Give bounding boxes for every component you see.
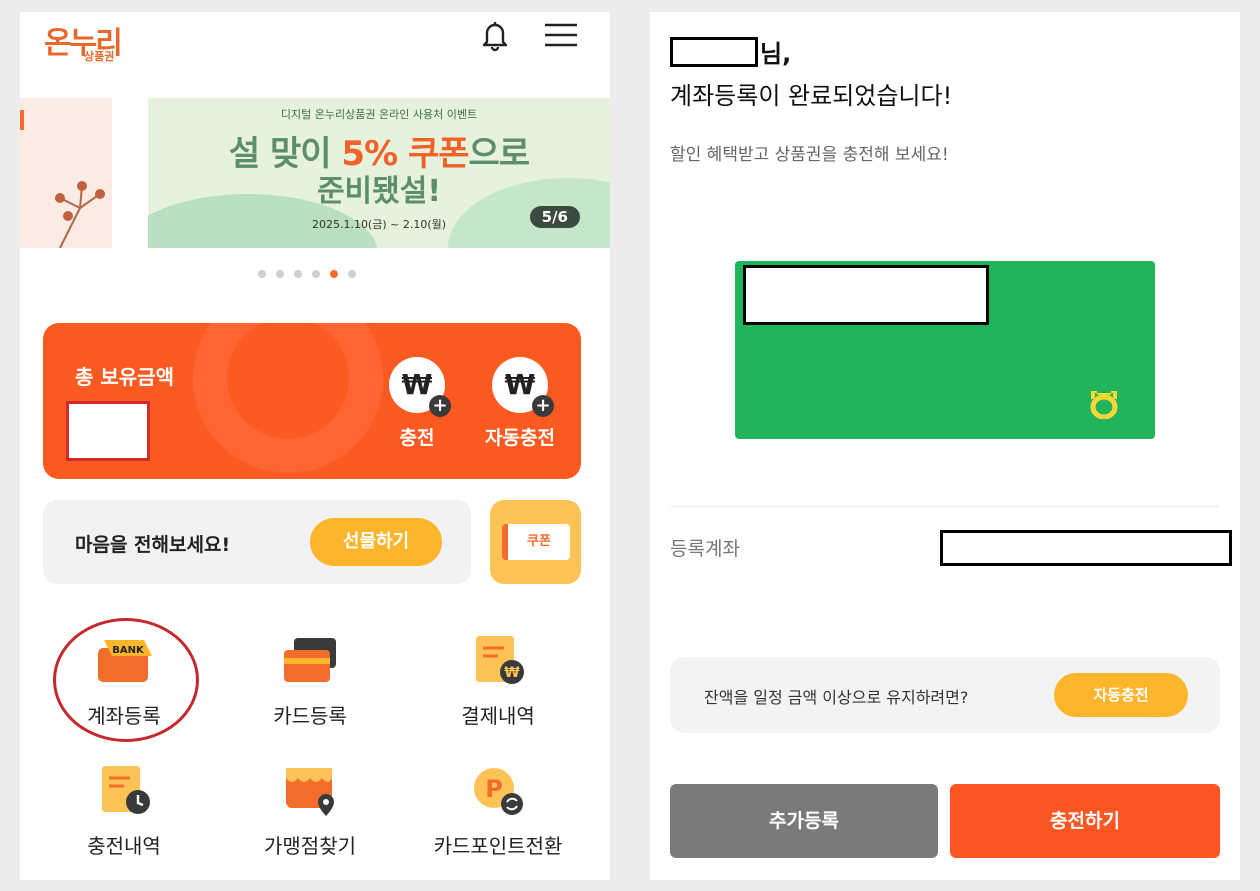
user-name-redacted bbox=[670, 36, 758, 67]
divider bbox=[670, 506, 1220, 507]
menu-label: 가맹점찾기 bbox=[264, 834, 356, 858]
plus-icon: + bbox=[532, 395, 554, 417]
menu-account-register[interactable]: BANK 계좌등록 bbox=[34, 634, 214, 729]
pagination-dot[interactable] bbox=[258, 270, 266, 278]
registered-account-label: 등록계좌 bbox=[670, 538, 740, 560]
bank-icon-text: BANK bbox=[112, 645, 145, 656]
banner-headline-2: 준비됐설! bbox=[316, 174, 442, 209]
event-banner[interactable]: 디지털 온누리상품권 온라인 사용처 이벤트 설 맞이 5% 쿠폰으로 준비됐설… bbox=[148, 98, 610, 248]
bell-icon[interactable] bbox=[478, 18, 512, 52]
auto-charge-info-text: 잔액을 일정 금액 이상으로 유지하려면? bbox=[704, 688, 969, 707]
balance-amount-redacted bbox=[66, 401, 150, 461]
name-suffix: 님, bbox=[760, 40, 792, 68]
point-icon-text: P bbox=[485, 775, 503, 803]
branch-decoration-icon bbox=[55, 181, 105, 248]
auto-charge-info: 잔액을 일정 금액 이상으로 유지하려면? 자동충전 bbox=[670, 657, 1220, 733]
registered-account-redacted bbox=[940, 530, 1232, 566]
auto-charge-button[interactable]: ₩ + 자동충전 bbox=[470, 357, 570, 450]
menu-card-register[interactable]: 카드등록 bbox=[220, 634, 400, 729]
menu-label: 결제내역 bbox=[461, 704, 535, 728]
registration-complete-screen: 님, 계좌등록이 완료되었습니다! 할인 혜택받고 상품권을 충전해 보세요! … bbox=[650, 12, 1240, 880]
auto-charge-info-button[interactable]: 자동충전 bbox=[1054, 673, 1188, 717]
payment-history-icon: ₩ bbox=[468, 634, 528, 688]
coupon-ticket-icon: 쿠폰 bbox=[502, 524, 570, 560]
gift-text: 마음을 전해보세요! bbox=[75, 534, 231, 556]
banner-slide-counter: 5/6 bbox=[529, 206, 580, 228]
charge-history-icon bbox=[94, 764, 154, 818]
won-symbol: ₩ bbox=[401, 368, 433, 401]
hamburger-menu-icon[interactable] bbox=[543, 22, 579, 48]
banner-event-text: 디지털 온누리상품권 온라인 사용처 이벤트 bbox=[280, 108, 478, 121]
balance-card: 총 보유금액 ₩ + 충전 ₩ + 자동충전 bbox=[43, 323, 581, 479]
pagination-dot[interactable] bbox=[312, 270, 320, 278]
charge-button[interactable]: ₩ + 충전 bbox=[386, 357, 451, 450]
pagination-dot[interactable] bbox=[348, 270, 356, 278]
bank-emblem-icon bbox=[1090, 391, 1118, 419]
main-screen: 온누리 상품권 디지털 온누리상품권 온라인 사용처 이벤트 설 맞이 5% 쿠… bbox=[20, 12, 610, 880]
gift-banner: 마음을 전해보세요! 선물하기 bbox=[43, 500, 471, 584]
pagination-dot[interactable] bbox=[330, 270, 338, 278]
menu-payment-history[interactable]: ₩ 결제내역 bbox=[408, 634, 588, 729]
auto-charge-label: 자동충전 bbox=[485, 427, 555, 449]
svg-text:₩: ₩ bbox=[504, 665, 520, 681]
menu-label: 계좌등록 bbox=[87, 704, 161, 728]
coupon-button[interactable]: 쿠폰 bbox=[490, 500, 581, 584]
pagination-dot[interactable] bbox=[294, 270, 302, 278]
banner-previous-slide[interactable] bbox=[20, 98, 112, 248]
menu-store-finder[interactable]: 가맹점찾기 bbox=[220, 764, 400, 859]
card-info-redacted bbox=[743, 265, 989, 325]
completion-title: 계좌등록이 완료되었습니다! bbox=[670, 82, 953, 110]
gift-button[interactable]: 선물하기 bbox=[310, 518, 442, 566]
bank-icon: BANK bbox=[94, 634, 154, 688]
charge-now-button[interactable]: 충전하기 bbox=[950, 784, 1220, 858]
menu-point-convert[interactable]: P 카드포인트전환 bbox=[408, 764, 588, 859]
plus-icon: + bbox=[429, 395, 451, 417]
point-convert-icon: P bbox=[468, 764, 528, 818]
banner-pagination[interactable] bbox=[258, 270, 356, 280]
card-icon bbox=[280, 634, 340, 688]
won-symbol: ₩ bbox=[504, 368, 536, 401]
store-finder-icon bbox=[280, 764, 340, 818]
add-register-button[interactable]: 추가등록 bbox=[670, 784, 938, 858]
menu-charge-history[interactable]: 충전내역 bbox=[34, 764, 214, 859]
bank-account-card bbox=[735, 261, 1155, 439]
onnuri-logo[interactable]: 온누리 상품권 bbox=[44, 18, 134, 64]
menu-label: 충전내역 bbox=[87, 834, 161, 858]
logo-subtext: 상품권 bbox=[84, 50, 115, 63]
completion-subtitle: 할인 혜택받고 상품권을 충전해 보세요! bbox=[670, 145, 949, 165]
balance-title: 총 보유금액 bbox=[75, 365, 174, 389]
pagination-dot[interactable] bbox=[276, 270, 284, 278]
won-icon: ₩ + bbox=[492, 357, 554, 417]
menu-label: 카드포인트전환 bbox=[433, 834, 563, 858]
charge-label: 충전 bbox=[399, 427, 435, 449]
card-decoration bbox=[193, 323, 383, 473]
won-icon: ₩ + bbox=[389, 357, 451, 417]
user-greeting: 님, bbox=[670, 34, 791, 69]
menu-label: 카드등록 bbox=[273, 704, 347, 728]
